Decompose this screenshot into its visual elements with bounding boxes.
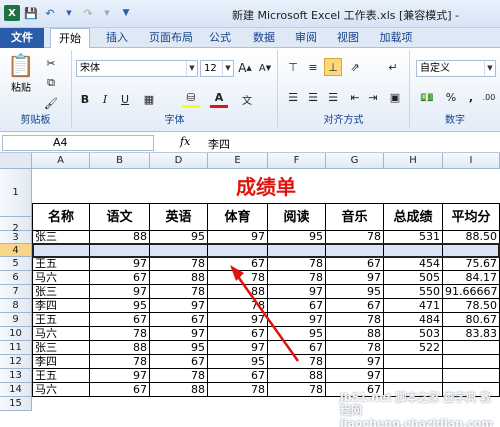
excel-window: X 💾 ↶ ▼ ↷ ▼ ▼ 新建 Microsoft Excel 工作表.xls… [0,0,500,427]
name-box[interactable]: A4 [2,135,154,151]
clipboard-group: 📋 粘贴 ✂ ⧉ 🖌 剪贴板 [0,50,72,128]
undo-dropdown-icon[interactable]: ▼ [61,5,77,21]
quick-access-toolbar: X 💾 ↶ ▼ ↷ ▼ ▼ [4,5,134,21]
undo-icon[interactable]: ↶ [42,5,58,21]
clipboard-group-label: 剪贴板 [20,115,51,126]
chevron-down-icon: ▼ [186,61,197,76]
font-group-label: 字体 [164,115,185,126]
percent-button[interactable]: % [442,88,460,106]
tab-view[interactable]: 视图 [330,28,366,48]
bold-button[interactable]: B [76,90,94,108]
excel-app-icon[interactable]: X [4,5,20,21]
wrap-text-icon[interactable]: ↵ [384,58,402,76]
alignment-group-label: 对齐方式 [323,115,364,126]
tab-formulas[interactable]: 公式 [202,28,238,48]
merge-center-icon[interactable]: ▣ [386,88,404,106]
paste-label: 粘贴 [11,83,31,94]
number-group-label: 数字 [445,115,465,126]
title-bar: X 💾 ↶ ▼ ↷ ▼ ▼ 新建 Microsoft Excel 工作表.xls… [0,0,500,28]
paste-icon: 📋 [7,54,35,79]
annotation-arrow [230,265,300,362]
align-left-icon[interactable]: ☰ [284,88,302,106]
chevron-down-icon: ▼ [484,61,495,76]
save-icon[interactable]: 💾 [23,5,39,21]
shrink-font-button[interactable]: A ▼ [256,59,274,77]
window-title: 新建 Microsoft Excel 工作表.xls [兼容模式] - [232,9,460,22]
tab-file[interactable]: 文件 [0,28,44,48]
redo-icon[interactable]: ↷ [80,5,96,21]
arrow-head-icon [230,265,244,281]
redo-dropdown-icon[interactable]: ▼ [99,5,115,21]
paste-button[interactable]: 📋 粘贴 [4,54,38,94]
underline-button[interactable]: U [116,90,134,108]
tab-data[interactable]: 数据 [246,28,282,48]
number-format-combo[interactable]: 自定义 ▼ [416,60,496,77]
insert-function-icon[interactable]: fx [180,135,190,148]
ribbon-home: 📋 粘贴 ✂ ⧉ 🖌 剪贴板 宋体 ▼ 12 ▼ A ▲ A ▼ B I U ▦ ⛁ [0,48,500,132]
font-name-combo[interactable]: 宋体 ▼ [76,60,198,77]
tab-page-layout[interactable]: 页面布局 [142,28,200,48]
format-painter-icon[interactable]: 🖌 [42,94,60,112]
border-icon[interactable]: ▦ [140,90,158,108]
ribbon-tab-bar: 文件 开始 插入 页面布局 公式 数据 审阅 视图 加载项 [0,28,500,49]
cut-icon[interactable]: ✂ [42,54,60,72]
font-size-value: 12 [204,63,217,74]
tab-addins[interactable]: 加载项 [372,28,420,48]
alignment-group: ⊤ ≡ ⊥ ⇗ ↵ ☰ ☰ ☰ ⇤ ⇥ ▣ 对齐方式 [278,50,410,128]
formula-bar: A4 fx 李四 [0,133,500,153]
align-center-icon[interactable]: ☰ [304,88,322,106]
tab-review[interactable]: 审阅 [288,28,324,48]
increase-decimal-icon[interactable]: .00 [480,88,498,106]
tab-insert[interactable]: 插入 [97,28,137,48]
watermark-text: jb51.net 脚本之家 查字典 教程网 jiaocheng.chazidia… [340,391,493,427]
tab-home[interactable]: 开始 [50,28,90,49]
font-name-value: 宋体 [80,63,100,74]
orientation-icon[interactable]: ⇗ [346,58,364,76]
font-size-combo[interactable]: 12 ▼ [200,60,234,77]
align-middle-icon[interactable]: ≡ [304,58,322,76]
number-format-value: 自定义 [420,63,450,74]
align-right-icon[interactable]: ☰ [324,88,342,106]
comma-button[interactable]: , [462,88,480,106]
align-bottom-icon[interactable]: ⊥ [324,58,342,76]
grow-font-button[interactable]: A ▲ [236,59,254,77]
spreadsheet-grid[interactable]: A B D E F G H I 1 2 3 4 5 6 7 8 9 10 11 12 13 14 15 成绩单 名称 语文 英语 体育… [0,153,500,427]
increase-indent-icon[interactable]: ⇥ [364,88,382,106]
fill-color-icon[interactable]: ⛁ [182,90,200,108]
italic-button[interactable]: I [96,90,114,108]
decrease-indent-icon[interactable]: ⇤ [346,88,364,106]
chevron-down-icon: ▼ [222,61,233,76]
currency-icon[interactable]: 💵 [418,88,436,106]
customize-qat-icon[interactable]: ▼ [118,5,134,21]
font-group: 宋体 ▼ 12 ▼ A ▲ A ▼ B I U ▦ ⛁ A 文 字体 [72,50,278,128]
phonetic-guide-icon[interactable]: 文 [238,90,256,108]
arrow-shaft [232,270,300,362]
copy-icon[interactable]: ⧉ [42,74,60,92]
align-top-icon[interactable]: ⊤ [284,58,302,76]
font-color-button[interactable]: A [210,90,228,108]
number-group: 自定义 ▼ 💵 % , .00 数字 [410,50,500,128]
formula-content[interactable]: 李四 [208,136,230,152]
